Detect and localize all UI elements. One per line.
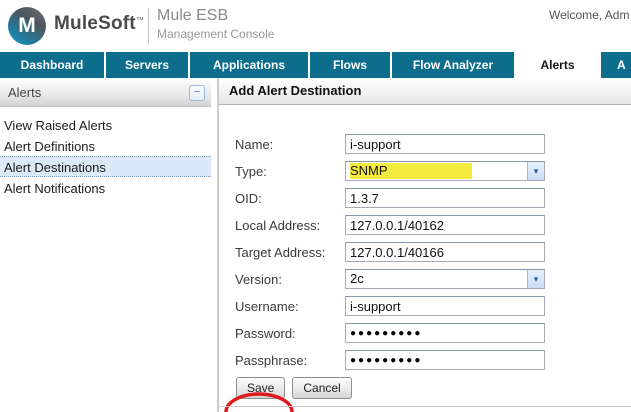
form-row-target-address: Target Address: — [235, 242, 631, 262]
chevron-down-icon[interactable]: ▾ — [527, 162, 544, 180]
collapse-panel-icon[interactable]: − — [189, 85, 205, 101]
tab-flow-analyzer[interactable]: Flow Analyzer — [392, 52, 514, 78]
sidebar-header: Alerts − — [0, 80, 211, 107]
page: M MuleSoft™ Mule ESB Management Console … — [0, 0, 631, 412]
page-title: Add Alert Destination — [219, 78, 631, 105]
brand: MuleSoft™ — [54, 13, 144, 35]
product-name: Mule ESB — [157, 7, 229, 24]
oid-input[interactable] — [345, 188, 545, 208]
product-title-block: Mule ESB Management Console — [157, 7, 274, 41]
brand-divider — [148, 8, 149, 44]
type-value-highlighted: SNMP — [350, 163, 472, 179]
sidebar-item-alert-notifications[interactable]: Alert Notifications — [0, 177, 211, 198]
password-label: Password: — [235, 325, 296, 341]
add-alert-destination-form: Name: Type: SNMP ▾ OID: Local Address: T… — [219, 105, 631, 412]
username-input[interactable] — [345, 296, 545, 316]
brand-name: MuleSoft — [54, 13, 136, 34]
form-row-name: Name: — [235, 134, 631, 154]
version-label: Version: — [235, 271, 282, 287]
mulesoft-logo-icon: M — [8, 7, 46, 45]
form-row-oid: OID: — [235, 188, 631, 208]
alerts-sidebar: Alerts − View Raised Alerts Alert Defini… — [0, 80, 211, 198]
tab-flows[interactable]: Flows — [310, 52, 390, 78]
welcome-text: Welcome, Adm — [549, 8, 630, 22]
passphrase-input[interactable] — [345, 350, 545, 370]
sidebar-title: Alerts — [8, 85, 42, 100]
form-row-type: Type: SNMP ▾ — [235, 161, 631, 181]
nav-tab-bar: Dashboard Servers Applications Flows Flo… — [0, 52, 631, 78]
version-select[interactable]: 2c ▾ — [345, 269, 545, 289]
tab-servers[interactable]: Servers — [106, 52, 188, 78]
local-address-label: Local Address: — [235, 217, 321, 233]
form-row-username: Username: — [235, 296, 631, 316]
form-row-local-address: Local Address: — [235, 215, 631, 235]
tab-applications[interactable]: Applications — [190, 52, 308, 78]
trademark-symbol: ™ — [135, 15, 144, 25]
form-row-version: Version: 2c ▾ — [235, 269, 631, 289]
form-buttons: Save Cancel — [236, 377, 631, 399]
target-address-input[interactable] — [345, 242, 545, 262]
target-address-label: Target Address: — [235, 244, 326, 260]
tab-administration-clipped[interactable]: A — [601, 52, 631, 78]
version-value: 2c — [350, 271, 364, 286]
app-header: M MuleSoft™ Mule ESB Management Console … — [0, 0, 631, 52]
save-button[interactable]: Save — [236, 377, 286, 399]
passphrase-label: Passphrase: — [235, 352, 308, 368]
tab-alerts[interactable]: Alerts — [516, 52, 599, 78]
sidebar-item-view-raised-alerts[interactable]: View Raised Alerts — [0, 114, 211, 135]
oid-label: OID: — [235, 190, 262, 206]
sidebar-item-alert-destinations[interactable]: Alert Destinations — [0, 156, 211, 177]
chevron-down-icon[interactable]: ▾ — [527, 270, 544, 288]
name-label: Name: — [235, 136, 274, 152]
form-row-passphrase: Passphrase: — [235, 350, 631, 370]
password-input[interactable] — [345, 323, 545, 343]
sidebar-item-list: View Raised Alerts Alert Definitions Ale… — [0, 107, 211, 198]
cancel-button[interactable]: Cancel — [292, 377, 352, 399]
local-address-input[interactable] — [345, 215, 545, 235]
name-input[interactable] — [345, 134, 545, 154]
bottom-divider — [219, 406, 631, 407]
sidebar-item-alert-definitions[interactable]: Alert Definitions — [0, 135, 211, 156]
form-row-password: Password: — [235, 323, 631, 343]
username-label: Username: — [235, 298, 299, 314]
tab-dashboard[interactable]: Dashboard — [0, 52, 104, 78]
type-label: Type: — [235, 163, 267, 179]
main-panel: Add Alert Destination Name: Type: SNMP ▾… — [218, 78, 631, 412]
type-select[interactable]: SNMP ▾ — [345, 161, 545, 181]
product-subtitle: Management Console — [157, 27, 275, 41]
